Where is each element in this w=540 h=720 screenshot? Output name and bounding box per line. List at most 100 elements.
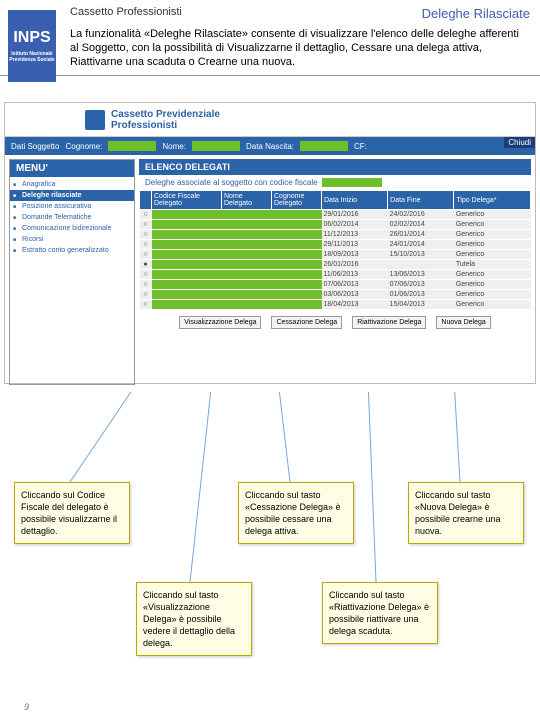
button-row: Visualizzazione Delega Cessazione Delega R… bbox=[139, 316, 531, 329]
data-inizio: 11/12/2013 bbox=[322, 230, 388, 240]
action-button[interactable]: Cessazione Delega bbox=[271, 316, 342, 329]
databar-l2: Cognome: bbox=[65, 142, 102, 151]
tipo-delega: Generico bbox=[454, 300, 531, 310]
cognome-cell bbox=[272, 270, 322, 280]
logo-sub: Istituto Nazionale Previdenza Sociale bbox=[8, 51, 56, 63]
menu-item[interactable]: Estratto conto generalizzato bbox=[10, 245, 134, 256]
radio-select[interactable]: ○ bbox=[140, 220, 152, 230]
cf-cell[interactable] bbox=[152, 250, 222, 260]
data-inizio: 18/04/2013 bbox=[322, 300, 388, 310]
radio-select[interactable]: ○ bbox=[140, 290, 152, 300]
data-fine: 13/06/2013 bbox=[388, 270, 454, 280]
nome-cell bbox=[222, 220, 272, 230]
data-inizio: 29/11/2013 bbox=[322, 240, 388, 250]
action-button[interactable]: Nuova Delega bbox=[436, 316, 490, 329]
radio-select[interactable]: ○ bbox=[140, 210, 152, 220]
cf-cell[interactable] bbox=[152, 300, 222, 310]
data-bar: Dati Soggetto Cognome: Nome: Data Nascit… bbox=[5, 137, 535, 155]
col-header: Data Inizio bbox=[322, 191, 388, 210]
content-area: ELENCO DELEGATI Deleghe associate al sog… bbox=[139, 159, 531, 385]
col-header: Tipo Delega* bbox=[454, 191, 531, 210]
nome-cell bbox=[222, 240, 272, 250]
page-header: Cassetto Professionisti Deleghe Rilascia… bbox=[0, 0, 540, 23]
tipo-delega: Tutela bbox=[454, 260, 531, 270]
app-header: Cassetto Previdenziale Professionisti bbox=[5, 103, 535, 137]
col-header bbox=[140, 191, 152, 210]
cognome-cell bbox=[272, 210, 322, 220]
callout-cf: Cliccando sul Codice Fiscale del delegat… bbox=[14, 482, 130, 544]
nome-cell bbox=[222, 230, 272, 240]
tipo-delega: Generico bbox=[454, 270, 531, 280]
cognome-cell bbox=[272, 280, 322, 290]
page-number: 9 bbox=[24, 702, 29, 712]
radio-select[interactable]: ○ bbox=[140, 240, 152, 250]
tipo-delega: Generico bbox=[454, 290, 531, 300]
cf-cell[interactable] bbox=[152, 230, 222, 240]
table-row: ●26/01/2016Tutela bbox=[140, 260, 531, 270]
action-button[interactable]: Riattivazione Delega bbox=[352, 316, 426, 329]
menu-item[interactable]: Domande Telematiche bbox=[10, 212, 134, 223]
data-fine: 01/06/2013 bbox=[388, 290, 454, 300]
databar-l4: Data Nascita: bbox=[246, 142, 294, 151]
callout-riattivazione: Cliccando sul tasto «Riattivazione Deleg… bbox=[322, 582, 438, 644]
menu-item[interactable]: Deleghe rilasciate bbox=[10, 190, 134, 201]
cf-cell[interactable] bbox=[152, 280, 222, 290]
radio-select[interactable]: ○ bbox=[140, 230, 152, 240]
cf-cell[interactable] bbox=[152, 220, 222, 230]
redacted bbox=[322, 178, 382, 187]
cf-cell[interactable] bbox=[152, 260, 222, 270]
databar-l1: Dati Soggetto bbox=[11, 142, 59, 151]
databar-l5: CF: bbox=[354, 142, 367, 151]
data-fine: 02/02/2014 bbox=[388, 220, 454, 230]
callout-nuova: Cliccando sul tasto «Nuova Delega» è pos… bbox=[408, 482, 524, 544]
table-row: ○ 29/11/201324/01/2014Generico bbox=[140, 240, 531, 250]
sub-header: Deleghe associate al soggetto con codice… bbox=[139, 175, 531, 190]
cognome-cell bbox=[272, 250, 322, 260]
app-icon bbox=[85, 110, 105, 130]
logo-text: INPS bbox=[13, 29, 50, 47]
menu-item[interactable]: Ricorsi bbox=[10, 234, 134, 245]
app-title-2: Professionisti bbox=[111, 120, 220, 131]
callout-visualizzazione: Cliccando sul tasto «Visualizzazione Del… bbox=[136, 582, 252, 656]
data-inizio: 11/06/2013 bbox=[322, 270, 388, 280]
data-fine: 15/04/2013 bbox=[388, 300, 454, 310]
data-inizio: 07/06/2013 bbox=[322, 280, 388, 290]
table-row: ○ 11/06/201313/06/2013Generico bbox=[140, 270, 531, 280]
data-fine: 07/06/2013 bbox=[388, 280, 454, 290]
cf-cell[interactable] bbox=[152, 240, 222, 250]
elenco-header: ELENCO DELEGATI bbox=[139, 159, 531, 175]
menu-item[interactable]: Comunicazione bidirezionale bbox=[10, 223, 134, 234]
radio-select[interactable]: ○ bbox=[140, 300, 152, 310]
nome-cell bbox=[222, 250, 272, 260]
radio-select[interactable]: ○ bbox=[140, 270, 152, 280]
col-header: Nome Delegato bbox=[222, 191, 272, 210]
nome-cell bbox=[222, 210, 272, 220]
data-inizio: 06/02/2014 bbox=[322, 220, 388, 230]
tipo-delega: Generico bbox=[454, 210, 531, 220]
menu-item[interactable]: Anagrafica bbox=[10, 179, 134, 190]
col-header: Data Fine bbox=[388, 191, 454, 210]
table-row: ○29/01/201624/02/2016Generico bbox=[140, 210, 531, 220]
cf-cell[interactable] bbox=[152, 210, 222, 220]
table-row: ○03/06/201301/06/2013Generico bbox=[140, 290, 531, 300]
action-button[interactable]: Visualizzazione Delega bbox=[179, 316, 261, 329]
table-row: ○11/12/201326/01/2014Generico bbox=[140, 230, 531, 240]
radio-select[interactable]: ○ bbox=[140, 250, 152, 260]
callouts: Cliccando sul Codice Fiscale del delegat… bbox=[0, 392, 540, 692]
header-right: Deleghe Rilasciate bbox=[422, 6, 530, 21]
menu-item[interactable]: Posizione assicurativa bbox=[10, 201, 134, 212]
cf-cell[interactable] bbox=[152, 270, 222, 280]
tipo-delega: Generico bbox=[454, 220, 531, 230]
cf-cell[interactable] bbox=[152, 290, 222, 300]
close-button[interactable]: Chiudi bbox=[504, 137, 535, 148]
cognome-cell bbox=[272, 220, 322, 230]
data-fine: 15/10/2013 bbox=[388, 250, 454, 260]
data-fine: 24/02/2016 bbox=[388, 210, 454, 220]
app-screenshot: Cassetto Previdenziale Professionisti Ch… bbox=[4, 102, 536, 384]
cognome-cell bbox=[272, 260, 322, 270]
data-fine: 24/01/2014 bbox=[388, 240, 454, 250]
tipo-delega: Generico bbox=[454, 240, 531, 250]
radio-select[interactable]: ● bbox=[140, 260, 152, 270]
menu-header: MENU' bbox=[10, 160, 134, 177]
radio-select[interactable]: ○ bbox=[140, 280, 152, 290]
